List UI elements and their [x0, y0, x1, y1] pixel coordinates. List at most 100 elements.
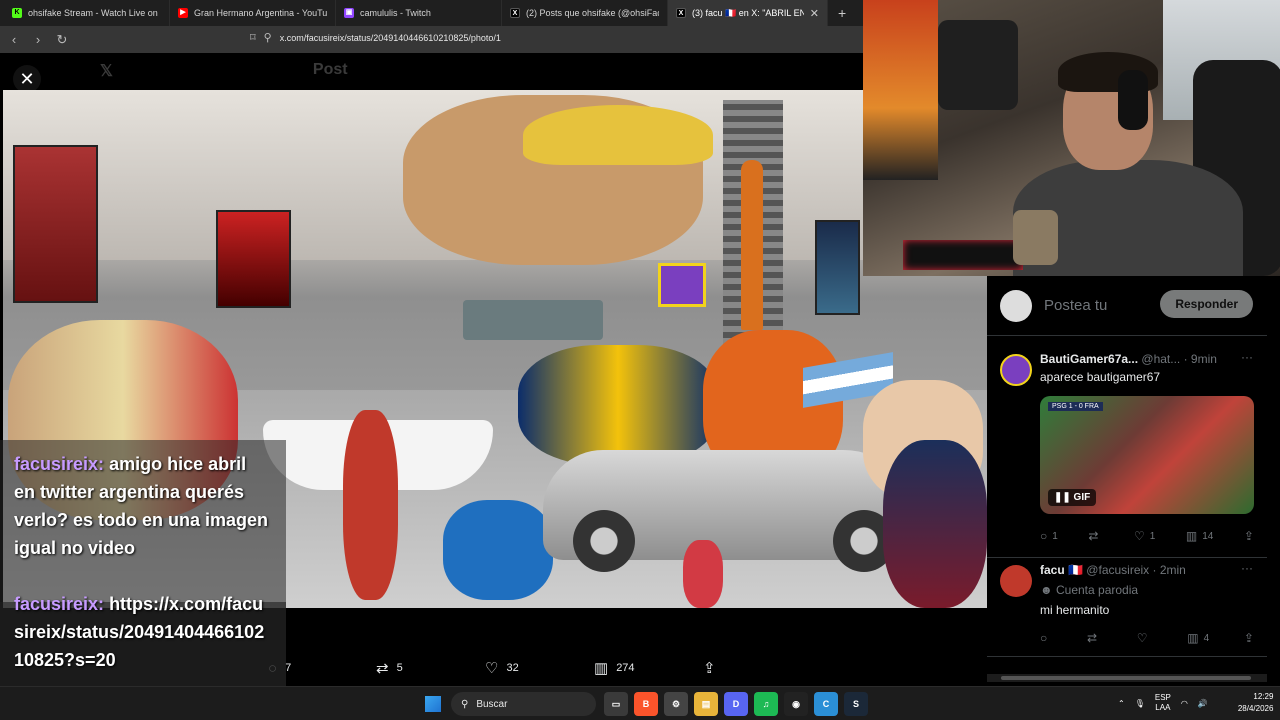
repost-icon: ⇄ [376, 660, 389, 677]
settings-icon[interactable]: ⚙ [664, 692, 688, 716]
x-icon: X [510, 8, 520, 18]
pause-icon: ❚❚ [1054, 492, 1071, 503]
repost-action[interactable]: ⇄ [1087, 631, 1102, 645]
tab-kick[interactable]: K ohsifake Stream - Watch Live on [4, 0, 170, 26]
avatar [1000, 289, 1032, 322]
forward-icon[interactable]: › [30, 32, 46, 47]
views-action[interactable]: ▥ 274 [594, 659, 635, 677]
tab-twitch[interactable]: ▣ camululis - Twitch [336, 0, 502, 26]
chat-message: facusireix: https://x.com/facusireix/sta… [14, 590, 272, 674]
reply-composer: Postea tu Responder [987, 276, 1267, 336]
photo-blue-kid [443, 500, 553, 600]
views-action[interactable]: ▥ 14 [1186, 529, 1213, 543]
share-icon: ⇪ [1243, 529, 1254, 543]
post-metrics: ○ 1 ⇄ ♡ 1 ▥ 14 ⇪ [1040, 529, 1254, 543]
gif-score: PSG 1 - 0 FRA [1048, 402, 1103, 411]
photo-poster-club [216, 210, 291, 308]
search-icon: ⚲ [461, 698, 469, 710]
gif-badge[interactable]: ❚❚ GIF [1048, 489, 1097, 506]
share-action[interactable]: ⇪ [1244, 529, 1254, 543]
repost-action[interactable]: ⇄ [1088, 529, 1103, 543]
webcam-black-poster [938, 20, 1018, 110]
tab-x-posts[interactable]: X (2) Posts que ohsifake (@ohsiFacu) h [502, 0, 668, 26]
like-action[interactable]: ♡ [1137, 631, 1153, 645]
repost-action[interactable]: ⇄ 5 [376, 659, 403, 677]
tab-youtube[interactable]: ▶ Gran Hermano Argentina - YouTube [170, 0, 336, 26]
like-count: 32 [506, 662, 519, 674]
taskbar-search[interactable]: ⚲ Buscar [451, 692, 596, 716]
more-icon[interactable]: ··· [1241, 350, 1253, 364]
webcam-keyboard [903, 240, 1023, 270]
spotify-icon[interactable]: ♫ [754, 692, 778, 716]
heart-icon: ♡ [485, 660, 499, 677]
file-explorer-icon[interactable]: ▤ [694, 692, 718, 716]
photo-rocket [741, 160, 763, 330]
ghost-title: Post [312, 61, 348, 78]
lang-bottom: LAA [1155, 703, 1171, 712]
language-indicator[interactable]: ESP LAA [1155, 693, 1171, 713]
volume-icon[interactable]: 🔊 [1198, 699, 1208, 708]
wifi-icon[interactable]: ◠ [1181, 699, 1188, 708]
steam-icon[interactable]: S [844, 692, 868, 716]
post-gif[interactable]: PSG 1 - 0 FRA ❚❚ GIF [1040, 396, 1254, 514]
reply-input[interactable]: Postea tu [1044, 297, 1107, 314]
photo-poster-movie [815, 220, 860, 315]
stream-chat-overlay: facusireix: amigo hice abril en twitter … [0, 440, 286, 690]
site-info-icon[interactable]: ⚲ [264, 31, 272, 44]
post-text: aparece bautigamer67 [1040, 370, 1161, 384]
post-meta: @facusireix · 2min [1086, 563, 1186, 577]
tab-label: camululis - Twitch [360, 8, 431, 18]
post-author[interactable]: facu 🇫🇷 [1040, 563, 1083, 577]
gif-label: GIF [1073, 492, 1091, 503]
views-action[interactable]: ▥ 4 [1187, 631, 1209, 645]
ccleaner-icon[interactable]: C [814, 692, 838, 716]
new-tab-button[interactable]: + [828, 5, 856, 21]
screen: K ohsifake Stream - Watch Live on ▶ Gran… [0, 0, 1280, 720]
chat-message: facusireix: amigo hice abril en twitter … [14, 450, 272, 562]
reply-action[interactable]: ○ [1040, 631, 1052, 645]
discord-icon[interactable]: D [724, 692, 748, 716]
share-action[interactable]: ⇪ [703, 659, 716, 677]
chevron-up-icon[interactable]: ⌃ [1118, 699, 1125, 708]
like-count: 1 [1149, 530, 1156, 542]
post-header: facu 🇫🇷 @facusireix · 2min [1040, 563, 1255, 577]
close-photo-button[interactable]: ✕ [13, 65, 41, 93]
photo-strawberry-figure [343, 410, 398, 600]
reply-post[interactable]: facu 🇫🇷 @facusireix · 2min ··· ☻ Cuenta … [987, 559, 1267, 657]
microphone-icon[interactable]: 🎙 [1135, 699, 1145, 708]
tab-x-active[interactable]: X (3) facu 🇫🇷 en X: "ABRIL EN TWIT ✕ [668, 0, 828, 26]
bookmark-icon[interactable]: ⌑ [250, 31, 256, 44]
twitch-icon: ▣ [344, 8, 354, 18]
like-action[interactable]: ♡ 1 [1134, 529, 1155, 543]
search-placeholder: Buscar [476, 698, 508, 710]
lang-top: ESP [1154, 693, 1171, 702]
windows-start-icon[interactable] [425, 696, 441, 712]
more-icon[interactable]: ··· [1241, 561, 1253, 575]
taskbar-apps: ▭ B ⚙ ▤ D ♫ ◉ C S [604, 692, 868, 716]
bar-chart-icon: ▥ [594, 660, 609, 677]
views-count: 14 [1202, 530, 1214, 542]
post-metrics: ○ ⇄ ♡ ▥ 4 ⇪ [1040, 631, 1254, 645]
heart-icon: ♡ [1134, 529, 1145, 543]
photo-window [463, 300, 603, 340]
horizontal-scrollbar[interactable] [987, 674, 1267, 682]
task-view-icon[interactable]: ▭ [604, 692, 628, 716]
reply-action[interactable]: ○ 1 [1040, 529, 1058, 543]
youtube-icon: ▶ [178, 8, 188, 18]
reply-post[interactable]: BautiGamer67a... @hat... · 9min ··· apar… [987, 348, 1267, 558]
reload-icon[interactable]: ↻ [54, 32, 70, 48]
reply-button[interactable]: Responder [1160, 290, 1253, 318]
post-author[interactable]: BautiGamer67a... [1040, 352, 1138, 366]
tab-close-icon[interactable]: ✕ [810, 7, 819, 20]
url-field[interactable]: ⌑ ⚲ x.com/facusireix/status/204914044661… [250, 31, 501, 44]
tab-label: ohsifake Stream - Watch Live on [28, 8, 158, 18]
scrollbar-thumb[interactable] [1001, 676, 1251, 680]
brave-icon[interactable]: B [634, 692, 658, 716]
mask-icon: ☻ [1040, 583, 1053, 597]
share-action[interactable]: ⇪ [1244, 631, 1254, 645]
back-icon[interactable]: ‹ [6, 32, 22, 47]
obs-icon[interactable]: ◉ [784, 692, 808, 716]
like-action[interactable]: ♡ 32 [485, 659, 519, 677]
viewer-ghost-header: 𝕏 Post [100, 61, 348, 81]
clock[interactable]: 12:29 28/4/2026 [1238, 691, 1274, 715]
